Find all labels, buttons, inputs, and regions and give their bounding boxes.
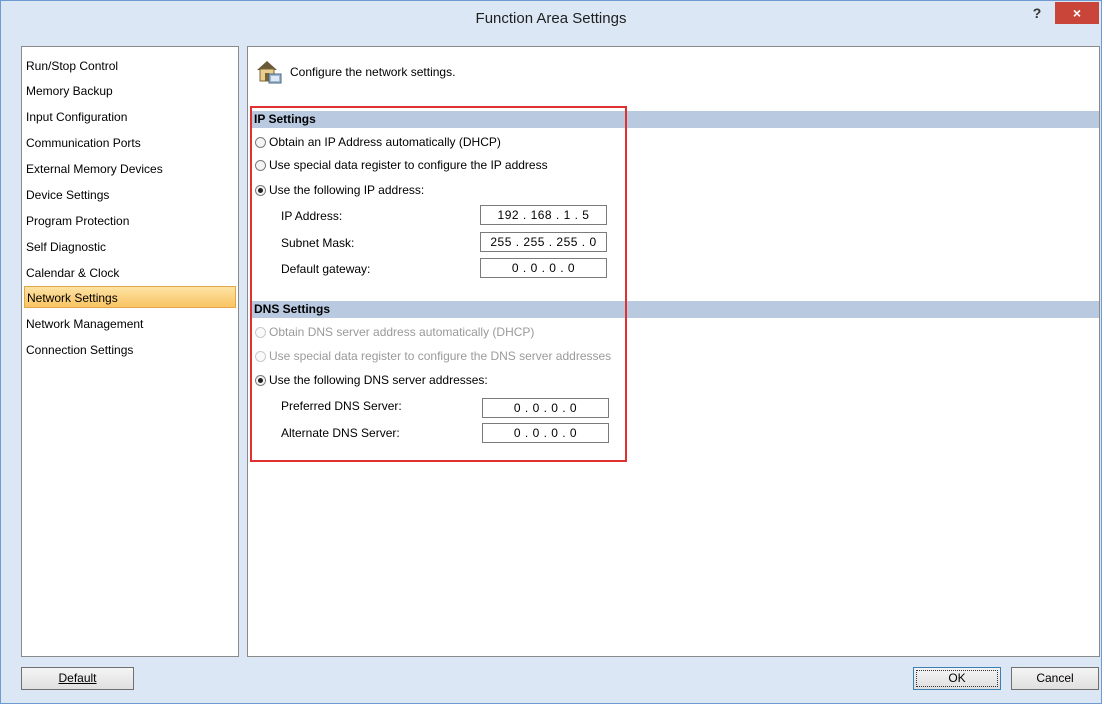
sidebar-item-self-diagnostic[interactable]: Self Diagnostic: [24, 236, 238, 258]
settings-content-panel: Configure the network settings. IP Setti…: [247, 46, 1100, 657]
page-description: Configure the network settings.: [290, 65, 456, 79]
sidebar-item-connection-settings[interactable]: Connection Settings: [24, 339, 238, 361]
help-button[interactable]: ?: [1025, 5, 1049, 25]
ok-button[interactable]: OK: [913, 667, 1001, 690]
sidebar-item-program-protection[interactable]: Program Protection: [24, 210, 238, 232]
sidebar-item-network-settings[interactable]: Network Settings: [24, 286, 236, 308]
network-house-icon: [254, 56, 284, 86]
sidebar-item-calendar-clock[interactable]: Calendar & Clock: [24, 262, 238, 284]
sidebar-item-device-settings[interactable]: Device Settings: [24, 184, 238, 206]
window-title: Function Area Settings: [475, 10, 627, 27]
sidebar-item-network-management[interactable]: Network Management: [24, 313, 238, 335]
sidebar-item-input-configuration[interactable]: Input Configuration: [24, 106, 238, 128]
sidebar-item-external-memory-devices[interactable]: External Memory Devices: [24, 158, 238, 180]
close-button[interactable]: ×: [1055, 2, 1099, 24]
default-button[interactable]: Default: [21, 667, 134, 690]
annotation-highlight-box: [250, 106, 627, 462]
function-area-settings-window: Function Area Settings ? × Run/Stop Cont…: [0, 0, 1102, 704]
settings-category-list: Run/Stop Control Memory Backup Input Con…: [21, 46, 239, 657]
title-bar: Function Area Settings ? ×: [1, 1, 1101, 37]
sidebar-item-run-stop-control[interactable]: Run/Stop Control: [24, 55, 238, 77]
sidebar-item-communication-ports[interactable]: Communication Ports: [24, 132, 238, 154]
default-button-label: Default: [58, 671, 97, 685]
sidebar-item-memory-backup[interactable]: Memory Backup: [24, 80, 238, 102]
cancel-button[interactable]: Cancel: [1011, 667, 1099, 690]
